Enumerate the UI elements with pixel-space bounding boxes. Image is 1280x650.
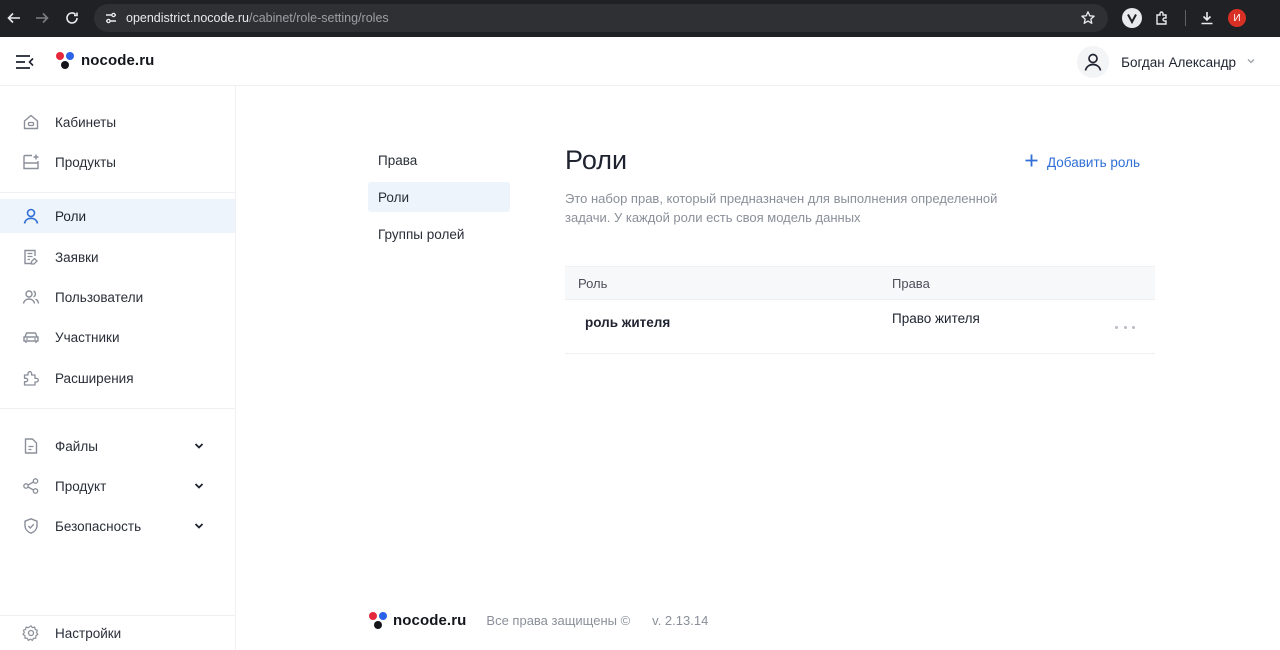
shield-icon bbox=[22, 517, 40, 535]
chevron-down-icon[interactable] bbox=[193, 439, 205, 457]
footer-copyright: Все права защищены © bbox=[486, 612, 631, 628]
file-icon bbox=[22, 437, 40, 455]
sidebar-item-label: Файлы bbox=[55, 438, 98, 454]
profile-avatar[interactable]: И bbox=[1225, 6, 1249, 30]
collapse-menu-icon[interactable] bbox=[14, 51, 36, 73]
sidebar-item-label: Кабинеты bbox=[55, 114, 117, 130]
sidebar-item-files[interactable]: Файлы bbox=[0, 429, 235, 463]
puzzle-icon bbox=[22, 369, 40, 387]
footer-logo-text: nocode.ru bbox=[393, 611, 467, 629]
url-path: /cabinet/role-setting/roles bbox=[249, 11, 389, 25]
users-icon bbox=[22, 288, 40, 306]
more-options-icon[interactable] bbox=[1115, 322, 1135, 332]
extensions-puzzle-icon[interactable] bbox=[1150, 6, 1174, 30]
column-header-rights: Права bbox=[892, 276, 930, 291]
sidebar: Кабинеты Продукты Роли Заявки Пользовате… bbox=[0, 86, 236, 650]
download-icon[interactable] bbox=[1195, 6, 1219, 30]
sidebar-item-security[interactable]: Безопасность bbox=[0, 509, 235, 543]
reload-icon[interactable] bbox=[60, 6, 84, 30]
sidebar-divider bbox=[0, 192, 235, 193]
logo-mark-icon bbox=[55, 50, 75, 70]
footer-logo-mark-icon bbox=[368, 610, 388, 630]
user-menu[interactable]: Богдан Александр bbox=[1077, 46, 1256, 78]
sidebar-item-roles[interactable]: Роли bbox=[0, 199, 235, 233]
app-header: nocode.ru Богдан Александр bbox=[0, 37, 1280, 86]
sidebar-item-label: Роли bbox=[55, 208, 87, 224]
subnav-item-role-groups[interactable]: Группы ролей bbox=[368, 219, 510, 249]
table-row[interactable]: роль жителя Право жителя bbox=[565, 300, 1155, 354]
add-role-button[interactable]: Добавить роль bbox=[1024, 153, 1140, 171]
forward-arrow-icon[interactable] bbox=[30, 6, 54, 30]
product-add-icon bbox=[22, 153, 40, 171]
sidebar-item-label: Заявки bbox=[55, 249, 99, 265]
cell-role: роль жителя bbox=[585, 315, 671, 330]
sidebar-item-settings[interactable]: Настройки bbox=[0, 616, 235, 650]
user-avatar-icon bbox=[1077, 46, 1110, 78]
subnav-item-roles[interactable]: Роли bbox=[368, 182, 510, 212]
url-host: opendistrict.nocode.ru bbox=[126, 11, 249, 25]
site-settings-icon[interactable] bbox=[104, 11, 118, 30]
sidebar-item-cabinets[interactable]: Кабинеты bbox=[0, 105, 235, 139]
chevron-down-icon[interactable] bbox=[193, 519, 205, 537]
sidebar-item-users[interactable]: Пользователи bbox=[0, 280, 235, 314]
sidebar-item-label: Расширения bbox=[55, 370, 134, 386]
footer-version: v. 2.13.14 bbox=[652, 612, 709, 628]
back-arrow-icon[interactable] bbox=[2, 6, 26, 30]
address-bar[interactable]: opendistrict.nocode.ru/cabinet/role-sett… bbox=[94, 4, 1108, 32]
url-text: opendistrict.nocode.ru/cabinet/role-sett… bbox=[126, 11, 389, 25]
chevron-down-icon bbox=[1246, 53, 1256, 71]
subnav-item-rights[interactable]: Права bbox=[368, 145, 510, 175]
sidebar-item-label: Продукт bbox=[55, 478, 107, 494]
roles-table: Роль Права роль жителя Право жителя bbox=[565, 266, 1155, 354]
browser-toolbar: opendistrict.nocode.ru/cabinet/role-sett… bbox=[0, 0, 1280, 37]
page-title: Роли bbox=[565, 145, 628, 175]
column-header-role: Роль bbox=[578, 276, 608, 291]
plus-icon bbox=[1024, 153, 1039, 171]
sidebar-item-participants[interactable]: Участники bbox=[0, 320, 235, 354]
table-header: Роль Права bbox=[565, 266, 1155, 300]
user-icon bbox=[22, 207, 40, 225]
sidebar-item-label: Продукты bbox=[55, 154, 116, 170]
vivaldi-extension-icon[interactable] bbox=[1120, 6, 1144, 30]
bookmark-star-icon[interactable] bbox=[1080, 10, 1096, 31]
cell-rights: Право жителя bbox=[892, 311, 980, 326]
logo-text: nocode.ru bbox=[81, 51, 155, 69]
sidebar-item-requests[interactable]: Заявки bbox=[0, 240, 235, 274]
car-icon bbox=[22, 328, 40, 346]
sidebar-item-extensions[interactable]: Расширения bbox=[0, 361, 235, 395]
footer: nocode.ru Все права защищены © v. 2.13.1… bbox=[368, 607, 708, 633]
sidebar-item-product[interactable]: Продукт bbox=[0, 469, 235, 503]
header-logo[interactable]: nocode.ru bbox=[55, 50, 154, 70]
sidebar-item-products[interactable]: Продукты bbox=[0, 145, 235, 179]
chevron-down-icon[interactable] bbox=[193, 479, 205, 497]
sidebar-divider bbox=[0, 408, 235, 409]
sidebar-item-label: Настройки bbox=[55, 625, 122, 641]
toolbar-separator bbox=[1185, 10, 1186, 26]
user-name: Богдан Александр bbox=[1121, 54, 1236, 70]
document-edit-icon bbox=[22, 248, 40, 266]
home-icon bbox=[22, 113, 40, 131]
gear-icon bbox=[22, 624, 40, 642]
sidebar-item-label: Участники bbox=[55, 329, 120, 345]
sidebar-item-label: Пользователи bbox=[55, 289, 144, 305]
share-icon bbox=[22, 477, 40, 495]
profile-initial: И bbox=[1228, 9, 1246, 27]
add-role-label: Добавить роль bbox=[1047, 154, 1141, 170]
page-description: Это набор прав, который предназначен для… bbox=[565, 191, 998, 225]
sidebar-item-label: Безопасность bbox=[55, 518, 142, 534]
